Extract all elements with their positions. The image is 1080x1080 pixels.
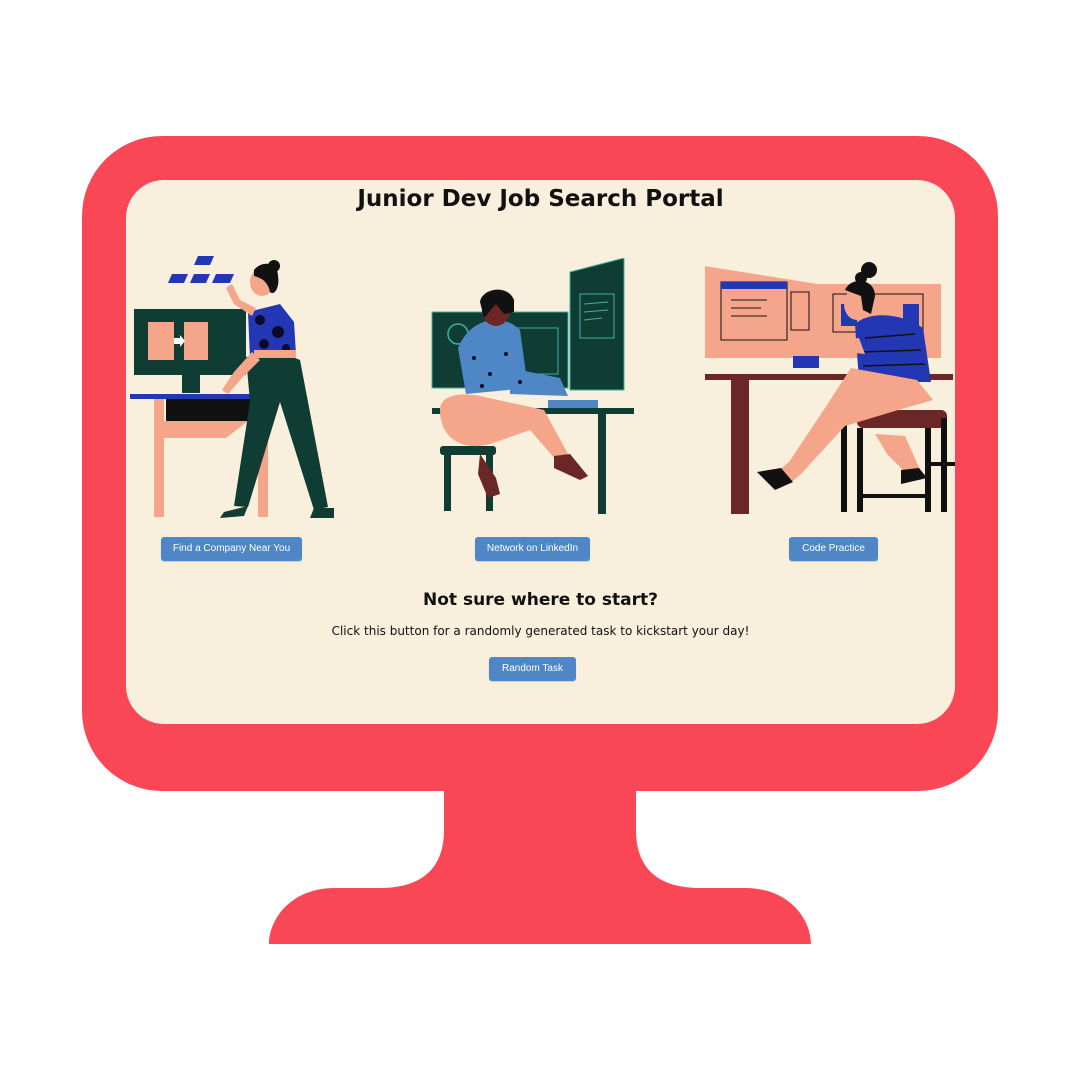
person-pointing-at-screens-illustration — [705, 262, 955, 514]
random-task-button[interactable]: Random Task — [489, 657, 576, 681]
person-typing-at-desk-illustration — [431, 258, 634, 514]
monitor-stand — [269, 785, 811, 944]
network-linkedin-button[interactable]: Network on LinkedIn — [475, 537, 590, 561]
screen: Junior Dev Job Search Portal Find a Comp… — [126, 180, 955, 724]
random-heading: Not sure where to start? — [423, 590, 658, 610]
find-company-button[interactable]: Find a Company Near You — [161, 537, 302, 561]
page-title: Junior Dev Job Search Portal — [357, 186, 724, 212]
random-description: Click this button for a randomly generat… — [331, 624, 750, 638]
code-practice-button[interactable]: Code Practice — [789, 537, 878, 561]
person-standing-at-monitor-illustration — [130, 256, 334, 518]
